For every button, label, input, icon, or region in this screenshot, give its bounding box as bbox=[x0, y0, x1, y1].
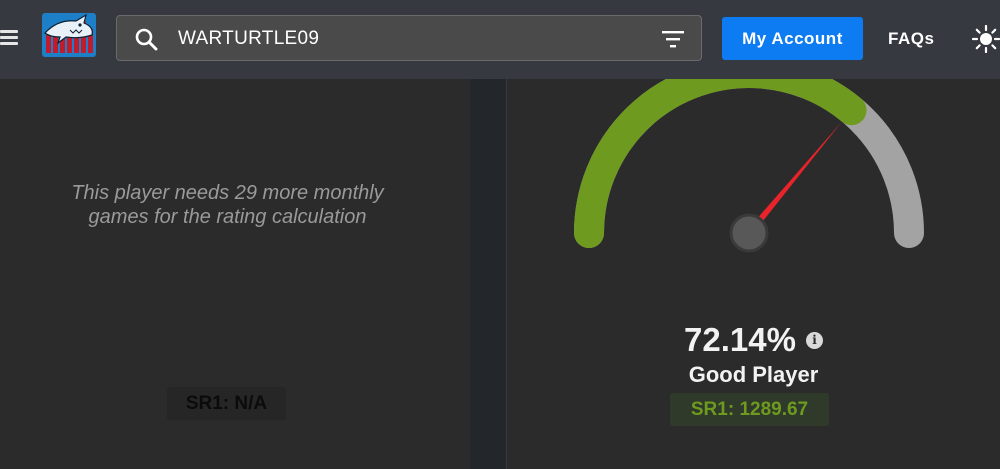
rating-gauge bbox=[574, 79, 924, 253]
rating-gauge-card: 72.14% i Good Player SR1: 1289.67 bbox=[507, 79, 1000, 469]
my-account-button[interactable]: My Account bbox=[722, 17, 863, 60]
player-search-box[interactable]: WARTURTLE09 bbox=[116, 15, 702, 61]
gauge-hub bbox=[729, 213, 769, 253]
sr1-badge: SR1: N/A bbox=[167, 387, 286, 420]
top-navigation-bar: WARTURTLE09 My Account FAQs bbox=[0, 0, 1000, 79]
column-divider bbox=[470, 79, 506, 469]
search-icon[interactable] bbox=[134, 27, 158, 51]
faqs-link[interactable]: FAQs bbox=[888, 29, 934, 49]
percentage-row: 72.14% i bbox=[507, 321, 1000, 359]
filter-icon[interactable] bbox=[662, 29, 684, 49]
shark-logo[interactable] bbox=[42, 13, 96, 57]
sr1-score-badge: SR1: 1289.67 bbox=[670, 393, 829, 426]
search-input[interactable]: WARTURTLE09 bbox=[178, 28, 319, 50]
win-percentage: 72.14% bbox=[684, 321, 796, 358]
info-icon[interactable]: i bbox=[805, 331, 823, 349]
unrated-player-card: This player needs 29 more monthly games … bbox=[0, 79, 470, 469]
sun-icon[interactable] bbox=[972, 25, 1000, 53]
hamburger-menu-icon[interactable] bbox=[0, 29, 18, 47]
games-needed-notice: This player needs 29 more monthly games … bbox=[71, 182, 384, 228]
rating-label: Good Player bbox=[688, 362, 819, 387]
